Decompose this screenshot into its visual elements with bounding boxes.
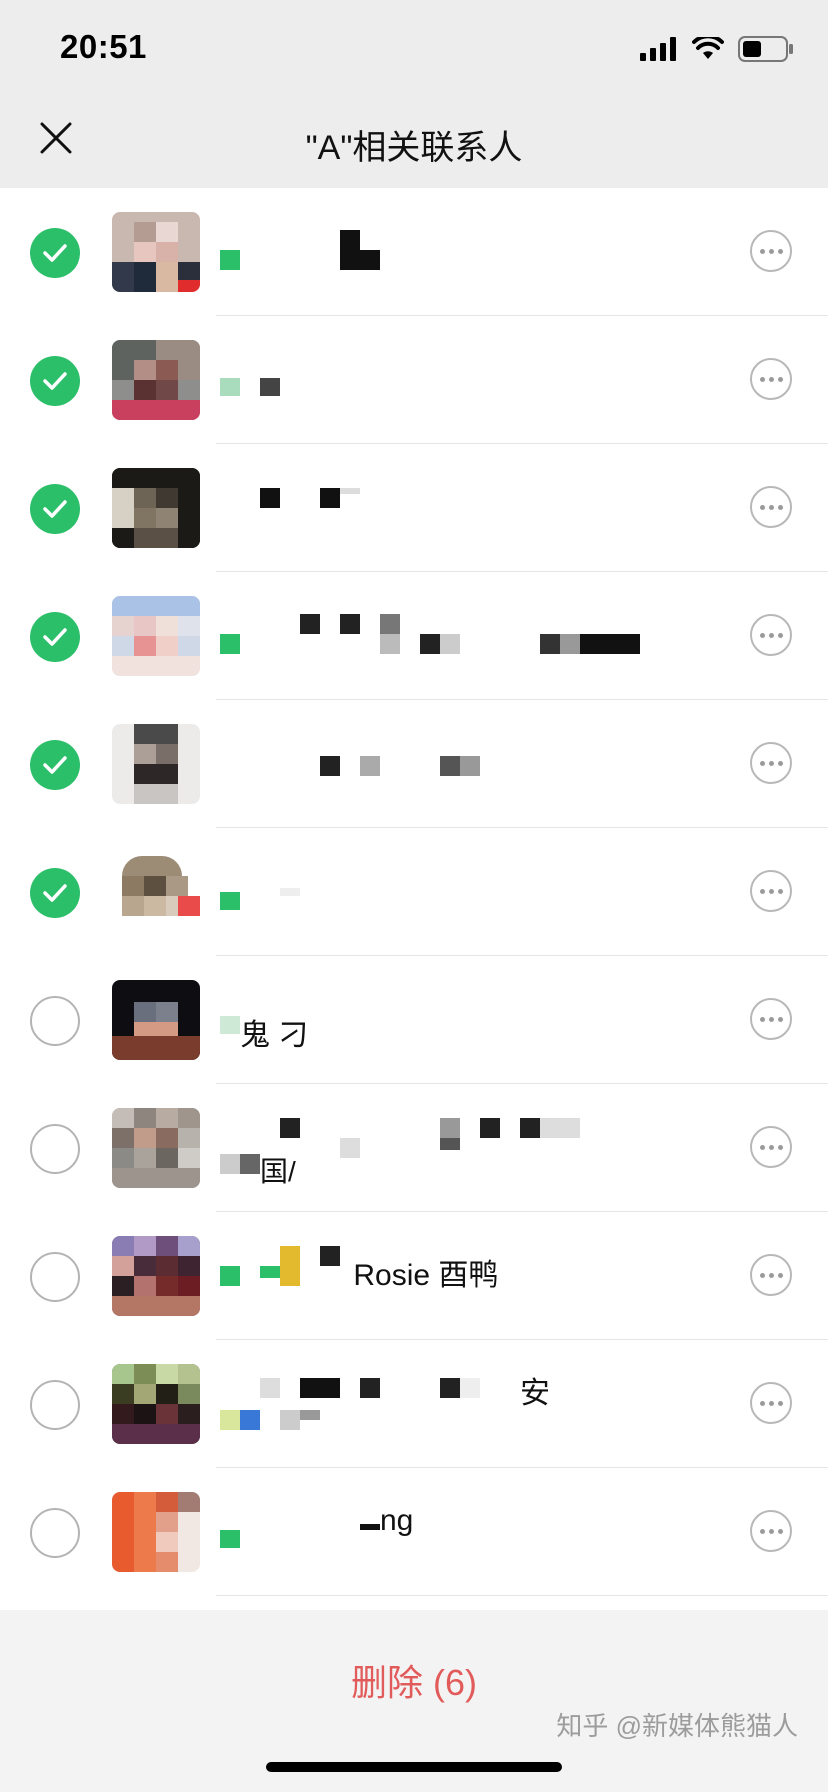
delete-button[interactable]: 删除 (6) [0, 1654, 828, 1706]
signal-icon [640, 37, 676, 61]
more-button[interactable] [750, 1254, 792, 1296]
avatar[interactable] [112, 1492, 200, 1572]
contact-row[interactable] [0, 444, 828, 572]
more-button[interactable] [750, 742, 792, 784]
contact-row[interactable]: 安 [0, 1340, 828, 1468]
more-button[interactable] [750, 486, 792, 528]
status-time: 20:51 [60, 28, 147, 65]
more-button[interactable] [750, 998, 792, 1040]
select-checkbox[interactable] [30, 1380, 80, 1430]
contact-name: 安 [220, 1368, 620, 1434]
select-checkbox[interactable] [30, 612, 80, 662]
status-icons [640, 34, 794, 64]
contact-name-redacted: 鬼 刁 [220, 1000, 340, 1052]
watermark: 知乎 @新媒体熊猫人 [556, 1711, 798, 1741]
page-title: "A"相关联系人 [305, 129, 523, 167]
contact-name-redacted [260, 488, 380, 518]
contact-list: 鬼 刁 国/ Rosie 酉鸭 安 ng [0, 188, 828, 1610]
contact-name: Rosie 酉鸭 [220, 1242, 540, 1302]
contact-row[interactable] [0, 828, 828, 956]
contact-row[interactable]: 国/ [0, 1084, 828, 1212]
more-button[interactable] [750, 1510, 792, 1552]
avatar[interactable] [112, 1236, 200, 1316]
contact-name-redacted [220, 376, 300, 400]
select-checkbox[interactable] [30, 356, 80, 406]
contact-name: ng [220, 1504, 460, 1554]
select-checkbox[interactable] [30, 1508, 80, 1558]
avatar[interactable] [112, 468, 200, 548]
avatar[interactable] [112, 212, 200, 292]
more-button[interactable] [750, 1382, 792, 1424]
contact-name-redacted [220, 608, 640, 668]
avatar[interactable] [112, 340, 200, 420]
select-checkbox[interactable] [30, 740, 80, 790]
contact-row[interactable]: ng [0, 1468, 828, 1596]
select-checkbox[interactable] [30, 1124, 80, 1174]
contact-name-redacted [320, 756, 480, 780]
contact-name-redacted [220, 230, 400, 276]
wifi-icon [692, 37, 724, 59]
bottom-action-bar: 删除 (6) 知乎 @新媒体熊猫人 [0, 1610, 828, 1792]
more-button[interactable] [750, 1126, 792, 1168]
avatar[interactable] [112, 852, 200, 932]
select-checkbox[interactable] [30, 484, 80, 534]
more-button[interactable] [750, 614, 792, 656]
contact-row[interactable]: Rosie 酉鸭 [0, 1212, 828, 1340]
avatar[interactable] [112, 1364, 200, 1444]
battery-icon [738, 36, 793, 62]
avatar[interactable] [112, 980, 200, 1060]
more-button[interactable] [750, 358, 792, 400]
avatar[interactable] [112, 724, 200, 804]
home-indicator[interactable] [266, 1762, 562, 1772]
contact-name-text: Rosie 酉鸭 [353, 1259, 499, 1292]
contact-name-redacted [220, 888, 300, 914]
status-bar: 20:51 [0, 0, 828, 96]
contact-name-redacted: 国/ [220, 1110, 600, 1187]
contact-row[interactable] [0, 188, 828, 316]
checkmark-icon [43, 884, 67, 902]
select-checkbox[interactable] [30, 996, 80, 1046]
checkmark-icon [43, 372, 67, 390]
select-checkbox[interactable] [30, 868, 80, 918]
more-button[interactable] [750, 230, 792, 272]
avatar[interactable] [112, 596, 200, 676]
contact-row[interactable] [0, 316, 828, 444]
contact-name-text: 安 [520, 1377, 550, 1410]
checkmark-icon [43, 628, 67, 646]
more-button[interactable] [750, 870, 792, 912]
checkmark-icon [43, 500, 67, 518]
nav-bar: "A"相关联系人 [0, 96, 828, 188]
contact-row[interactable] [0, 572, 828, 700]
avatar[interactable] [112, 1108, 200, 1188]
checkmark-icon [43, 244, 67, 262]
contact-row[interactable]: 鬼 刁 [0, 956, 828, 1084]
contact-row[interactable] [0, 700, 828, 828]
checkmark-icon [43, 756, 67, 774]
contact-name-text: ng [380, 1504, 414, 1537]
select-checkbox[interactable] [30, 228, 80, 278]
select-checkbox[interactable] [30, 1252, 80, 1302]
